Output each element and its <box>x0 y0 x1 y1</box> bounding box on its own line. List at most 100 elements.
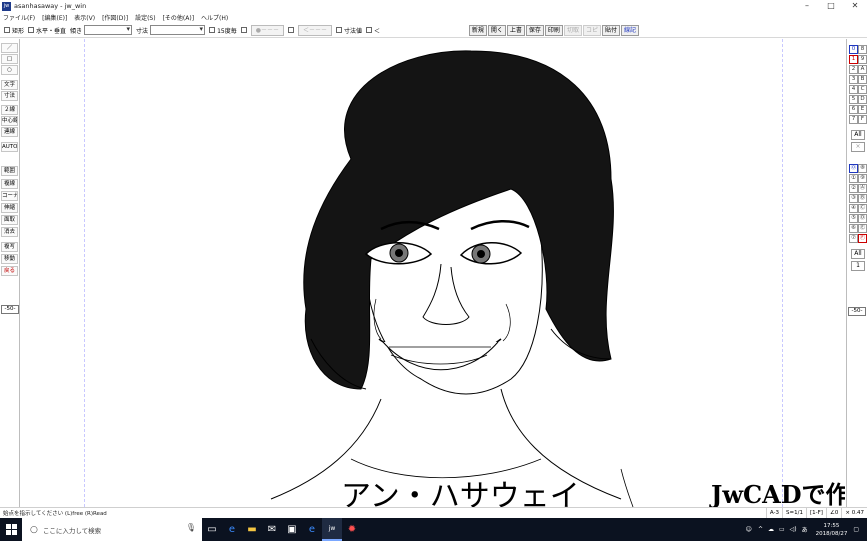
menu-draw[interactable]: [作図(D)] <box>102 13 128 22</box>
layer-group-9[interactable]: 9 <box>858 55 867 64</box>
clock[interactable]: 17:55 2018/08/27 <box>816 522 848 538</box>
layer-0[interactable]: ⓪ <box>849 164 858 173</box>
menu-file[interactable]: ファイル(F) <box>3 13 35 22</box>
chamfer-tool[interactable]: 面取 <box>1 215 18 225</box>
layer-6[interactable]: ⑥ <box>849 224 858 233</box>
layer-group-5[interactable]: 5 <box>849 95 858 104</box>
mail-icon[interactable]: ✉ <box>262 518 282 541</box>
layer-a[interactable]: Ⓐ <box>858 184 867 193</box>
dim-combo[interactable] <box>150 25 206 35</box>
edge-icon[interactable]: e <box>222 518 242 541</box>
task-view-icon[interactable]: ▭ <box>202 518 222 541</box>
double-line-tool[interactable]: ２線 <box>1 105 18 115</box>
tilt-combo[interactable] <box>84 25 133 35</box>
layer-group-0[interactable]: 0 <box>849 45 858 54</box>
layer-indicator[interactable]: [1-F] <box>806 508 826 518</box>
deg15-checkbox[interactable]: 15度毎 <box>209 26 237 35</box>
center-line-tool[interactable]: 中心線 <box>1 116 18 126</box>
volume-icon[interactable]: ◁) <box>790 526 797 533</box>
menu-settings[interactable]: 設定(S) <box>135 13 156 22</box>
rect-checkbox[interactable]: 矩形 <box>4 26 24 35</box>
people-icon[interactable]: ☺ <box>746 526 752 533</box>
angle-indicator[interactable]: ∠0 <box>825 508 841 518</box>
copy-button[interactable]: コピ <box>582 24 601 36</box>
layer-b[interactable]: Ⓑ <box>858 194 867 203</box>
layer-group-1[interactable]: 1 <box>849 55 858 64</box>
disabled-checkbox-2[interactable] <box>287 27 296 33</box>
layer-group-close[interactable]: × <box>851 142 865 152</box>
dimension-tool[interactable]: 寸法 <box>1 91 18 101</box>
layer-group-d[interactable]: D <box>858 95 867 104</box>
drawing-canvas[interactable]: アン・ハサウェイ JwCADで作図 <box>21 39 845 507</box>
rect-tool[interactable]: □ <box>1 54 18 64</box>
microphone-icon[interactable]: 🎙 <box>186 523 196 532</box>
layer-f[interactable]: Ⓕ <box>858 234 867 243</box>
undo-tool[interactable]: 戻る <box>1 266 18 276</box>
print-button[interactable]: 印刷 <box>544 24 563 36</box>
ie-icon[interactable]: e <box>302 518 322 541</box>
layer-7[interactable]: ⑦ <box>849 234 858 243</box>
network-icon[interactable]: ▭ <box>779 526 785 533</box>
cloud-icon[interactable]: ☁ <box>768 526 774 533</box>
lt-checkbox[interactable]: ＜ <box>365 26 380 35</box>
corner-tool[interactable]: コーナー <box>1 191 18 201</box>
line-record-button[interactable]: 線記 <box>620 24 639 36</box>
duplicate-tool[interactable]: 複写 <box>1 242 18 252</box>
new-file-button[interactable]: 新規 <box>468 24 487 36</box>
layer-group-f[interactable]: F <box>858 115 867 124</box>
layer-1[interactable]: ① <box>849 174 858 183</box>
scale-indicator[interactable]: S=1/1 <box>782 508 806 518</box>
ime-icon[interactable]: あ <box>802 525 808 534</box>
layer-group-6[interactable]: 6 <box>849 105 858 114</box>
layer-group-a[interactable]: A <box>858 65 867 74</box>
circle-tool[interactable]: ○ <box>1 65 18 75</box>
open-file-button[interactable]: 開く <box>487 24 506 36</box>
circle-mode-button[interactable]: ●－－－ <box>250 24 284 36</box>
move-tool[interactable]: 移動 <box>1 254 18 264</box>
connect-tool[interactable]: 連線 <box>1 127 18 137</box>
line-tool[interactable]: ／ <box>1 43 18 53</box>
layer-9[interactable]: ⑨ <box>858 174 867 183</box>
horiz-vert-checkbox[interactable]: 水平・垂直 <box>28 26 66 35</box>
arrow-mode-button[interactable]: ＜－－－ <box>297 24 332 36</box>
layer-group-c[interactable]: C <box>858 85 867 94</box>
layer-all[interactable]: All <box>851 249 865 259</box>
layer-group-2[interactable]: 2 <box>849 65 858 74</box>
minimize-button[interactable]: – <box>795 0 819 12</box>
layer-e[interactable]: Ⓔ <box>858 224 867 233</box>
layer-5[interactable]: ⑤ <box>849 214 858 223</box>
zoom-indicator[interactable]: × 0.47 <box>841 508 867 518</box>
layer-group-b[interactable]: B <box>858 75 867 84</box>
menu-other[interactable]: [その他(A)] <box>163 13 194 22</box>
store-icon[interactable]: ▣ <box>282 518 302 541</box>
layer-2[interactable]: ② <box>849 184 858 193</box>
layer-group-e[interactable]: E <box>858 105 867 114</box>
layer-group-8[interactable]: 8 <box>858 45 867 54</box>
file-explorer-icon[interactable]: ▬ <box>242 518 262 541</box>
menu-edit[interactable]: [編集(E)] <box>42 13 67 22</box>
app-red-icon[interactable]: ✹ <box>342 518 362 541</box>
layer-one[interactable]: 1 <box>851 261 865 271</box>
dimvalue-checkbox[interactable]: 寸法値 <box>335 26 362 35</box>
start-button[interactable] <box>0 518 22 541</box>
menu-help[interactable]: ヘルプ(H) <box>201 13 228 22</box>
taskbar-search[interactable]: ○ ここに入力して検索 🎙 <box>22 518 202 541</box>
close-button[interactable]: ✕ <box>843 0 867 12</box>
cut-button[interactable]: 切取 <box>563 24 582 36</box>
text-tool[interactable]: 文字 <box>1 80 18 90</box>
maximize-button[interactable]: □ <box>819 0 843 12</box>
layer-group-7[interactable]: 7 <box>849 115 858 124</box>
notification-icon[interactable]: ▢ <box>853 526 859 533</box>
paper-size[interactable]: A-3 <box>765 508 782 518</box>
stretch-tool[interactable]: 伸縮 <box>1 203 18 213</box>
chevron-up-icon[interactable]: ^ <box>758 526 763 533</box>
layer-4[interactable]: ④ <box>849 204 858 213</box>
layer-group-3[interactable]: 3 <box>849 75 858 84</box>
overwrite-button[interactable]: 上書 <box>506 24 525 36</box>
disabled-checkbox-1[interactable] <box>240 27 249 33</box>
parallel-line-tool[interactable]: 複線 <box>1 179 18 189</box>
layer-group-all[interactable]: All <box>851 130 865 140</box>
layer-3[interactable]: ③ <box>849 194 858 203</box>
layer-8[interactable]: ⑧ <box>858 164 867 173</box>
erase-tool[interactable]: 消去 <box>1 227 18 237</box>
